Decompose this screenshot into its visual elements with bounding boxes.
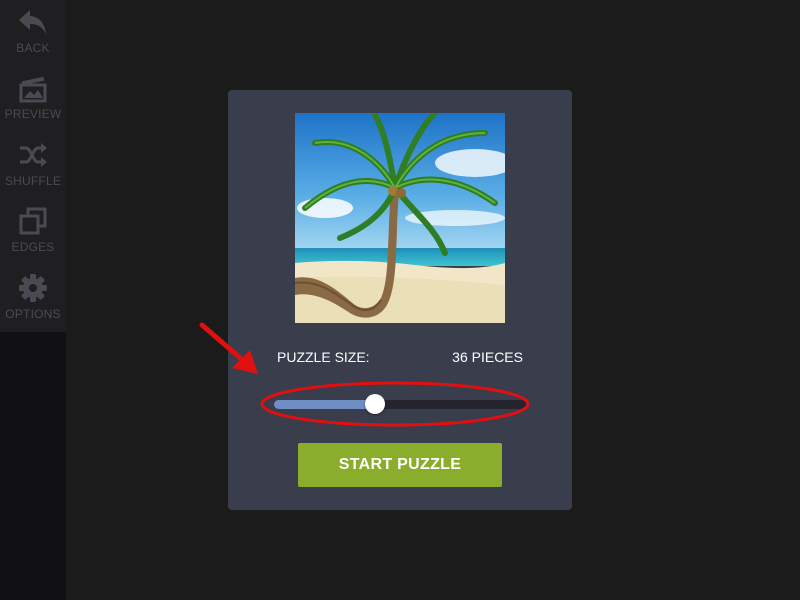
options-button[interactable]: OPTIONS [0,266,66,332]
puzzle-setup-panel: PUZZLE SIZE: 36 PIECES START PUZZLE [228,90,572,510]
edges-button[interactable]: EDGES [0,199,66,265]
back-button[interactable]: BACK [0,0,66,66]
sidebar-menu: BACK PREVIEW SHUFFLE EDGES OPTIONS [0,0,66,332]
preview-image-icon [19,76,47,103]
preview-button[interactable]: PREVIEW [0,66,66,132]
preview-label: PREVIEW [4,107,62,121]
shuffle-label: SHUFFLE [4,174,62,188]
slider-fill [274,400,375,409]
shuffle-button[interactable]: SHUFFLE [0,133,66,199]
edges-label: EDGES [11,240,55,254]
start-puzzle-button[interactable]: START PUZZLE [298,443,502,487]
slider-thumb[interactable] [364,394,385,414]
options-label: OPTIONS [5,307,61,321]
puzzle-preview-image [295,113,505,323]
puzzle-size-slider[interactable] [274,394,526,414]
puzzle-size-label: PUZZLE SIZE: [277,349,370,365]
edges-icon [19,207,47,235]
puzzle-size-value: 36 PIECES [452,349,523,365]
back-arrow-icon [19,10,46,34]
puzzle-app: BACK PREVIEW SHUFFLE EDGES OPTIONS PUZZL… [0,0,800,600]
shuffle-icon [20,143,47,167]
gear-icon [19,274,47,302]
sidebar: BACK PREVIEW SHUFFLE EDGES OPTIONS [0,0,66,600]
back-label: BACK [16,41,50,55]
